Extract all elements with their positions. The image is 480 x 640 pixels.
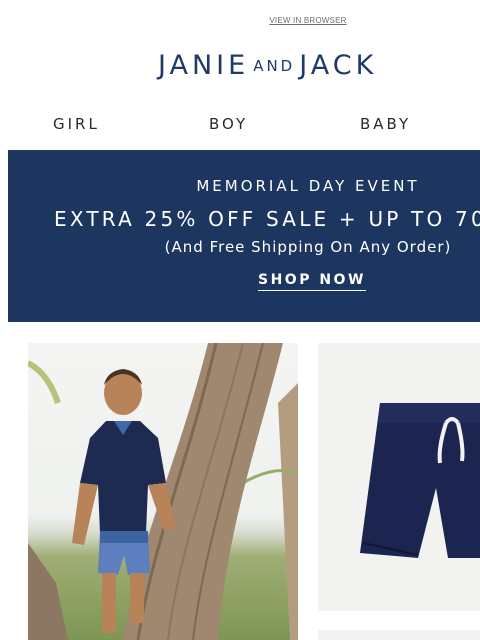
logo-and: AND: [253, 57, 296, 75]
brand-logo[interactable]: JANIE AND JACK: [158, 50, 377, 81]
promo-offer-headline: EXTRA 25% OFF SALE + UP TO 70: [54, 207, 480, 231]
category-nav: GIRL BOY BABY: [0, 115, 480, 135]
navy-pull-on-shorts-photo[interactable]: [318, 343, 480, 611]
nav-item-girl[interactable]: GIRL: [53, 115, 100, 133]
logo-jack: JACK: [299, 50, 378, 81]
nav-item-boy[interactable]: BOY: [209, 115, 248, 133]
logo-janie: JANIE: [158, 50, 250, 81]
nav-item-baby[interactable]: BABY: [360, 115, 411, 133]
view-in-browser-link[interactable]: VIEW IN BROWSER: [0, 16, 480, 25]
shop-now-button[interactable]: SHOP NOW: [258, 272, 366, 291]
boy-by-palm-tree-photo[interactable]: [28, 343, 298, 640]
shorts-product-illustration: [360, 403, 480, 558]
boy-photo-illustration: [28, 343, 298, 640]
next-product-photo[interactable]: [318, 630, 480, 640]
promo-shipping-note: (And Free Shipping On Any Order): [164, 238, 452, 256]
promo-banner[interactable]: MEMORIAL DAY EVENT EXTRA 25% OFF SALE + …: [8, 150, 480, 322]
promo-event-title: MEMORIAL DAY EVENT: [196, 177, 420, 195]
